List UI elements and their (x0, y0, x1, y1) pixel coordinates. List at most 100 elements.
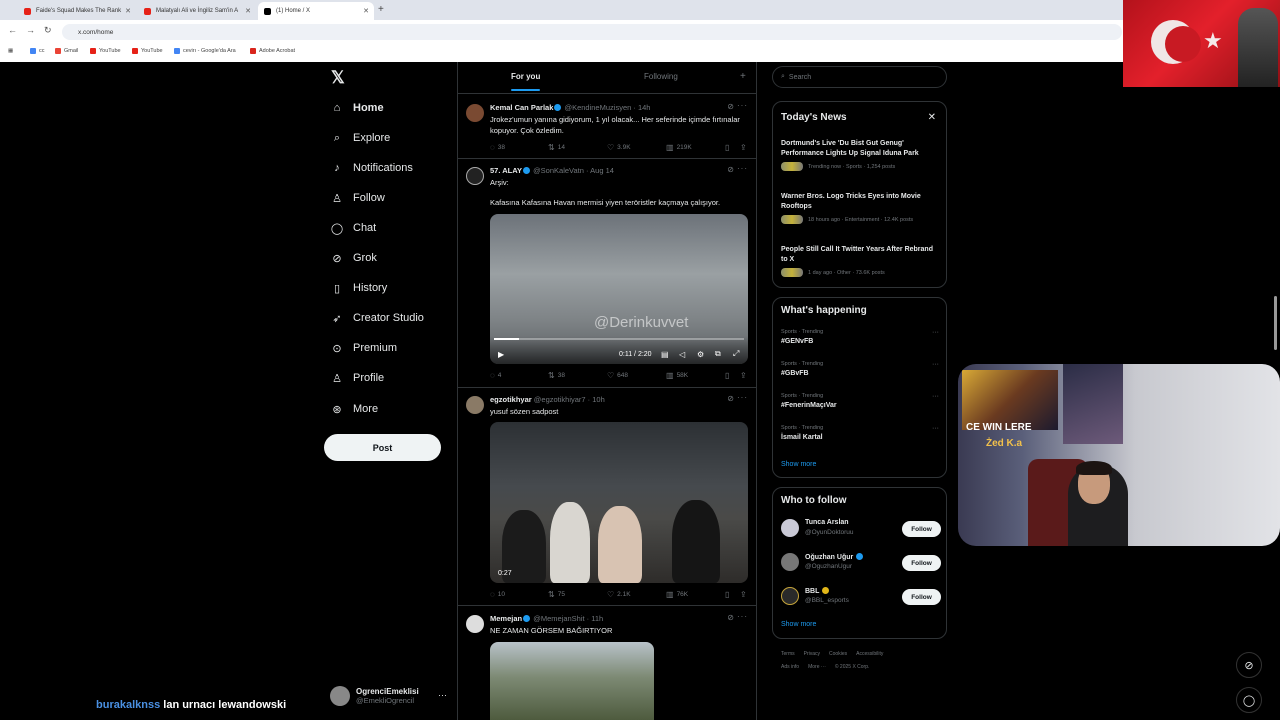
post-time[interactable]: 11h (591, 614, 603, 623)
like-button[interactable]: ♡ 2.1K (607, 590, 631, 599)
nav-item-chat[interactable]: ◯ Chat (330, 217, 376, 239)
close-tab-icon[interactable]: ✕ (245, 7, 251, 15)
nav-item-history[interactable]: ▯ History (330, 277, 387, 299)
nav-item-premium[interactable]: ⊙ Premium (330, 337, 397, 359)
author-handle[interactable]: @egzotikhiyar7 (534, 395, 586, 404)
follow-suggestion[interactable]: BBL @BBL_esports Follow (781, 585, 941, 609)
post-time[interactable]: 14h (638, 103, 651, 112)
search-input[interactable]: ⌕ Search (772, 66, 947, 88)
more-icon[interactable]: ··· (737, 164, 748, 173)
bookmark-item[interactable]: Gmail (55, 48, 78, 54)
more-icon[interactable]: ··· (932, 393, 939, 400)
nav-item-explore[interactable]: ⌕ Explore (330, 127, 390, 149)
views-button[interactable]: ▥ 76K (666, 590, 688, 599)
nav-item-profile[interactable]: ♙ Profile (330, 367, 384, 389)
reload-icon[interactable]: ↻ (44, 25, 52, 36)
captions-icon[interactable]: ▤ (661, 350, 669, 359)
add-tab-icon[interactable]: + (740, 71, 746, 82)
address-bar[interactable]: x.com/home (62, 24, 1122, 40)
browser-tab[interactable]: Faide's Squad Makes The Rank ✕ (18, 2, 136, 20)
nav-item-creator-studio[interactable]: ➶ Creator Studio (330, 307, 424, 329)
author-name[interactable]: Memejan (490, 614, 522, 623)
nav-item-follow[interactable]: ♙ Follow (330, 187, 385, 209)
post-button[interactable]: Post (324, 434, 441, 461)
avatar[interactable] (781, 519, 799, 537)
post-time[interactable]: 10h (592, 395, 605, 404)
reply-button[interactable]: ◌ 10 (490, 590, 505, 599)
footer-link[interactable]: More ··· (808, 664, 826, 670)
close-tab-icon[interactable]: ✕ (363, 7, 369, 15)
browser-tab[interactable]: Malatyalı Ali ve İngiliz Sam'in A ✕ (138, 2, 256, 20)
follow-suggestion[interactable]: Oğuzhan Uğur @OguzhanUgur Follow (781, 551, 941, 575)
suggestion-name[interactable]: Oğuzhan Uğur (805, 553, 864, 561)
follow-button[interactable]: Follow (902, 589, 941, 605)
suggestion-name[interactable]: Tunca Arslan (805, 519, 849, 526)
more-icon[interactable]: ··· (737, 612, 748, 621)
more-options-icon[interactable]: ··· (438, 690, 447, 700)
video-progress[interactable] (494, 338, 744, 340)
browser-tab-active[interactable]: (1) Home / X ✕ (258, 2, 374, 20)
more-icon[interactable]: ··· (737, 101, 748, 110)
more-icon[interactable]: ··· (932, 425, 939, 432)
nav-item-grok[interactable]: ⊘ Grok (330, 247, 376, 269)
footer-link[interactable]: Terms (781, 651, 795, 657)
messages-fab-icon[interactable]: ◯ (1236, 687, 1262, 713)
post[interactable]: egzotikhyar @egzotikhiyar7 · 10h ⊘ ··· y… (458, 388, 756, 606)
show-more-link[interactable]: Show more (781, 621, 816, 628)
author-name[interactable]: egzotikhyar (490, 395, 532, 404)
like-button[interactable]: ♡ 648 (607, 371, 628, 380)
avatar[interactable] (466, 104, 484, 122)
tab-for-you[interactable]: For you (511, 72, 541, 91)
post[interactable]: 57. ALAY @SonKaleVatn · Aug 14 ⊘ ··· Arş… (458, 159, 756, 388)
grok-fab-icon[interactable]: ⊘ (1236, 652, 1262, 678)
grok-icon[interactable]: ⊘ (727, 102, 734, 111)
close-icon[interactable]: ✕ (928, 112, 936, 123)
nav-item-more[interactable]: ⊛ More (330, 398, 378, 420)
share-button[interactable]: ⇪ (740, 590, 750, 599)
footer-link[interactable]: Ads info (781, 664, 799, 670)
news-item[interactable]: Dortmund's Live 'Du Bist Gut Genug' Perf… (781, 139, 941, 171)
repost-button[interactable]: ⇅ 14 (548, 143, 565, 152)
follow-suggestion[interactable]: Tunca Arslan @OyunDoktoruu Follow (781, 517, 941, 541)
back-icon[interactable]: ← (8, 25, 17, 35)
x-logo-icon[interactable]: 𝕏 (331, 68, 345, 88)
new-tab-button[interactable]: + (378, 4, 384, 15)
post[interactable]: Memejan @MemejanShit · 11h ⊘ ··· NE ZAMA… (458, 607, 756, 720)
news-item[interactable]: Warner Bros. Logo Tricks Eyes into Movie… (781, 192, 941, 224)
nav-item-notifications[interactable]: ♪ Notifications (330, 157, 413, 179)
author-name[interactable]: Kemal Can Parlak (490, 103, 553, 112)
trend-item[interactable]: Sports · Trending İsmail Kartal ··· (781, 425, 941, 441)
grok-icon[interactable]: ⊘ (727, 165, 734, 174)
repost-button[interactable]: ⇅ 75 (548, 590, 565, 599)
follow-button[interactable]: Follow (902, 555, 941, 571)
post-image[interactable] (490, 642, 654, 720)
more-icon[interactable]: ··· (932, 361, 939, 368)
bookmark-button[interactable]: ▯ (725, 590, 732, 599)
bookmark-item[interactable]: Adobe Acrobat (250, 48, 295, 54)
avatar[interactable] (466, 615, 484, 633)
author-handle[interactable]: @MemejanShit (533, 614, 584, 623)
author-name[interactable]: 57. ALAY (490, 166, 522, 175)
nav-item-home[interactable]: ⌂ Home (330, 97, 384, 119)
fullscreen-icon[interactable]: ⤢ (733, 349, 739, 359)
follow-button[interactable]: Follow (902, 521, 941, 537)
reply-button[interactable]: ◌ 4 (490, 371, 501, 380)
share-button[interactable]: ⇪ (740, 143, 750, 152)
views-button[interactable]: ▥ 219K (666, 143, 692, 152)
views-button[interactable]: ▥ 58K (666, 371, 688, 380)
bookmark-button[interactable]: ▯ (725, 143, 732, 152)
pip-icon[interactable]: ⧉ (715, 349, 721, 359)
reply-button[interactable]: ◌ 38 (490, 143, 505, 152)
grok-icon[interactable]: ⊘ (727, 613, 734, 622)
news-item[interactable]: People Still Call It Twitter Years After… (781, 245, 941, 277)
footer-link[interactable]: Privacy (804, 651, 820, 657)
avatar[interactable] (466, 167, 484, 185)
account-switcher[interactable]: OgrenciEmeklisi @EmekliOgrencil (330, 686, 419, 706)
play-icon[interactable]: ▶ (498, 350, 504, 359)
author-handle[interactable]: @KendineMuzisyen (564, 103, 631, 112)
suggestion-name[interactable]: BBL (805, 587, 830, 595)
like-button[interactable]: ♡ 3.9K (607, 143, 631, 152)
bookmark-item[interactable]: cc (30, 48, 45, 54)
share-button[interactable]: ⇪ (740, 371, 750, 380)
close-tab-icon[interactable]: ✕ (125, 7, 131, 15)
